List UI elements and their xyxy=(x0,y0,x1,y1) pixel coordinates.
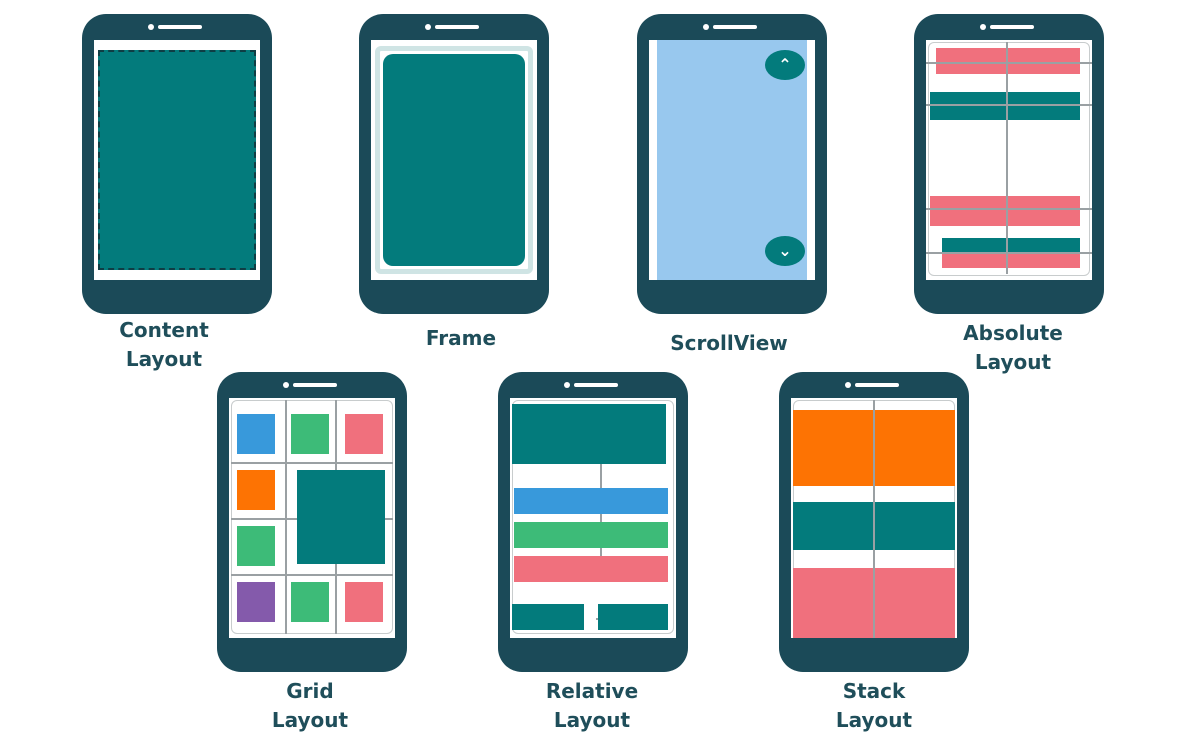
phone-screen: ⌃ ⌄ xyxy=(649,40,815,280)
camera-dot xyxy=(980,24,986,30)
horizontal-guide xyxy=(926,104,1092,106)
teal-span-cell xyxy=(297,470,385,564)
camera-dot xyxy=(283,382,289,388)
camera-dot xyxy=(703,24,709,30)
label-line-1: ScrollView xyxy=(670,331,788,355)
label-line-1: Grid xyxy=(286,679,334,703)
camera-dot xyxy=(845,382,851,388)
phone-stack-layout xyxy=(779,372,969,672)
speaker-slot xyxy=(990,25,1034,29)
stack-guide xyxy=(873,400,875,638)
phone-screen xyxy=(371,40,537,280)
label-line-2: Layout xyxy=(271,708,349,732)
label-line-2: Layout xyxy=(553,708,631,732)
phone-frame xyxy=(359,14,549,314)
stack-layout-label: Stack Layout xyxy=(764,677,984,735)
horizontal-guide xyxy=(926,252,1092,254)
label-line-2: Layout xyxy=(835,708,913,732)
speaker-slot xyxy=(713,25,757,29)
camera-dot xyxy=(425,24,431,30)
phone-screen xyxy=(510,398,676,638)
green-cell xyxy=(291,414,329,454)
horizontal-guide xyxy=(926,62,1092,64)
relative-layout-label: Relative Layout xyxy=(482,677,702,735)
label-line-1: Absolute xyxy=(963,321,1063,345)
frame-label: Frame xyxy=(351,324,571,353)
label-line-1: Stack xyxy=(842,679,906,703)
phone-screen xyxy=(229,398,395,638)
grid-line xyxy=(231,462,393,464)
pink-cell xyxy=(345,582,383,622)
frame-content xyxy=(383,54,525,266)
content-layout-label: Content Layout xyxy=(54,316,274,374)
label-line-1: Relative xyxy=(545,679,639,703)
speaker-slot xyxy=(435,25,479,29)
blue-cell xyxy=(237,414,275,454)
speaker-slot xyxy=(293,383,337,387)
green-cell xyxy=(237,526,275,566)
chevron-down-icon: ⌄ xyxy=(778,241,792,260)
pink-block xyxy=(514,556,668,582)
label-line-2: Layout xyxy=(125,347,203,371)
teal-block xyxy=(930,92,1080,120)
content-area xyxy=(98,50,256,270)
orange-cell xyxy=(237,470,275,510)
pink-block xyxy=(930,196,1080,226)
green-cell xyxy=(291,582,329,622)
pink-block xyxy=(942,254,1080,268)
phone-scrollview: ⌃ ⌄ xyxy=(637,14,827,314)
horizontal-guide xyxy=(926,208,1092,210)
phone-content-layout xyxy=(82,14,272,314)
grid-line xyxy=(285,400,287,634)
phone-screen xyxy=(791,398,957,638)
pink-block xyxy=(936,48,1080,74)
camera-dot xyxy=(148,24,154,30)
purple-cell xyxy=(237,582,275,622)
scroll-up-button[interactable]: ⌃ xyxy=(765,50,805,80)
speaker-slot xyxy=(855,383,899,387)
teal-header-block xyxy=(512,404,666,464)
vertical-guide xyxy=(1006,42,1008,274)
speaker-slot xyxy=(574,383,618,387)
blue-block xyxy=(514,488,668,514)
phone-grid-layout xyxy=(217,372,407,672)
label-line-1: Frame xyxy=(425,326,497,350)
phone-relative-layout xyxy=(498,372,688,672)
label-line-1: Content xyxy=(119,318,209,342)
teal-block xyxy=(942,238,1080,252)
grid-line xyxy=(231,574,393,576)
speaker-slot xyxy=(158,25,202,29)
green-block xyxy=(514,522,668,548)
pink-cell xyxy=(345,414,383,454)
scroll-down-button[interactable]: ⌄ xyxy=(765,236,805,266)
teal-bottom-right-block xyxy=(598,604,668,630)
phone-screen xyxy=(926,40,1092,280)
phone-screen xyxy=(94,40,260,280)
camera-dot xyxy=(564,382,570,388)
absolute-layout-label: Absolute Layout xyxy=(903,319,1123,377)
phone-absolute-layout xyxy=(914,14,1104,314)
grid-layout-label: Grid Layout xyxy=(200,677,420,735)
chevron-up-icon: ⌃ xyxy=(778,55,792,74)
scrollview-label: ScrollView xyxy=(619,329,839,358)
teal-bottom-left-block xyxy=(512,604,584,630)
